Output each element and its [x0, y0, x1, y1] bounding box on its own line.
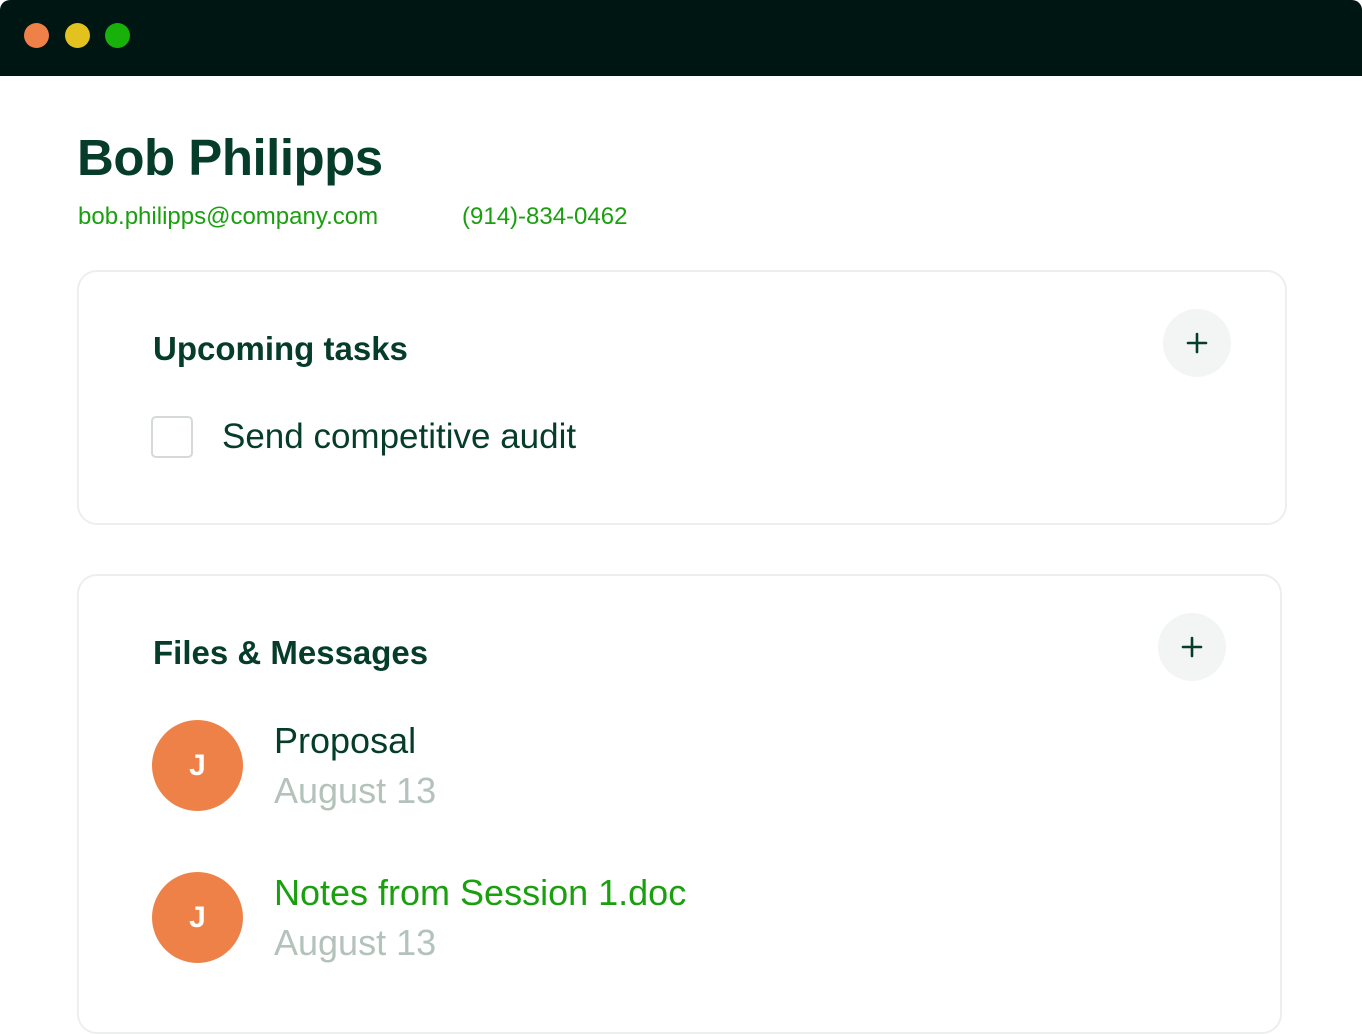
task-item: Send competitive audit [151, 416, 576, 458]
avatar: J [152, 872, 243, 963]
task-checkbox[interactable] [151, 416, 193, 458]
avatar: J [152, 720, 243, 811]
upcoming-tasks-card: Upcoming tasks Send competitive audit [77, 270, 1287, 525]
files-messages-card: Files & Messages J Proposal August 13 J … [77, 574, 1282, 1034]
task-label: Send competitive audit [222, 417, 577, 456]
file-name: Proposal [274, 720, 417, 761]
add-task-button[interactable] [1163, 309, 1231, 377]
close-window-button[interactable] [24, 23, 49, 48]
file-list-item[interactable]: J Proposal August 13 [152, 720, 436, 816]
file-date: August 13 [274, 770, 437, 811]
add-file-button[interactable] [1158, 613, 1226, 681]
contact-name: Bob Philipps [77, 129, 383, 186]
contact-email-link[interactable]: bob.philipps@company.com [78, 203, 378, 231]
minimize-window-button[interactable] [65, 23, 90, 48]
files-messages-title: Files & Messages [153, 634, 429, 671]
file-list-item[interactable]: J Notes from Session 1.doc August 13 [152, 872, 686, 968]
contact-phone-link[interactable]: (914)-834-0462 [462, 203, 627, 231]
file-date: August 13 [274, 922, 437, 963]
window-titlebar [0, 0, 1362, 76]
upcoming-tasks-title: Upcoming tasks [153, 330, 408, 367]
maximize-window-button[interactable] [105, 23, 130, 48]
plus-icon [1186, 332, 1208, 354]
file-name-link[interactable]: Notes from Session 1.doc [274, 868, 686, 918]
plus-icon [1181, 636, 1203, 658]
